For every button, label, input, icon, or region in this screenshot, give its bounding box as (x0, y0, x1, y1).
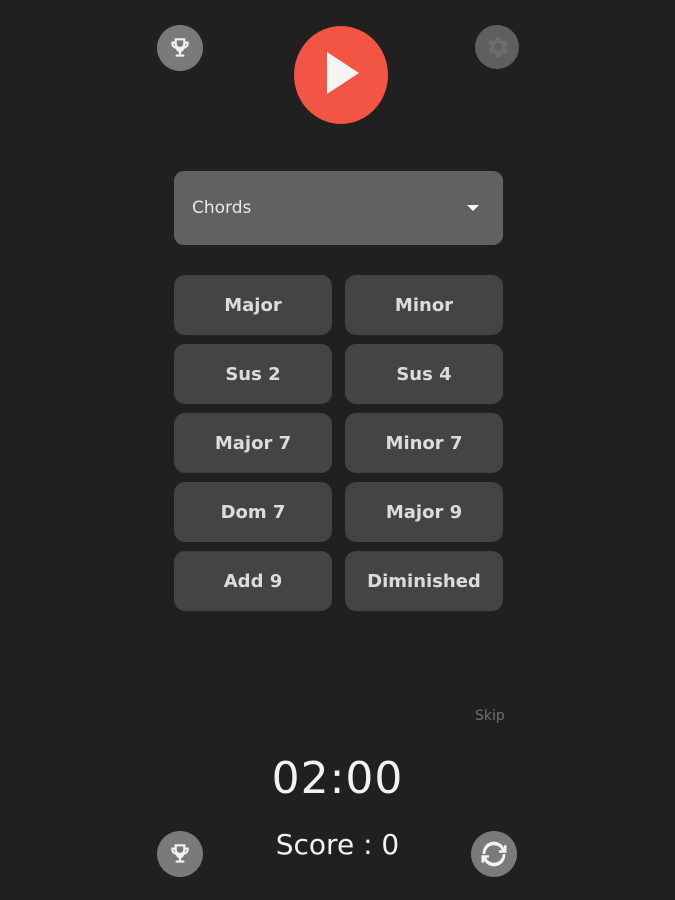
chord-button-major9[interactable]: Major 9 (345, 482, 503, 542)
chord-button-major[interactable]: Major (174, 275, 332, 335)
chord-button-minor7[interactable]: Minor 7 (345, 413, 503, 473)
chord-answer-grid: Major Minor Sus 2 Sus 4 Major 7 Minor 7 … (174, 275, 503, 611)
leaderboard-button-bottom[interactable] (157, 831, 203, 877)
settings-button[interactable] (475, 25, 519, 69)
chord-button-major7[interactable]: Major 7 (174, 413, 332, 473)
score-display: Score : 0 (275, 828, 400, 861)
mode-dropdown[interactable]: Chords (174, 171, 503, 245)
restart-button[interactable] (471, 831, 517, 877)
skip-button[interactable]: Skip (475, 708, 505, 724)
chord-button-diminished[interactable]: Diminished (345, 551, 503, 611)
chord-button-sus2[interactable]: Sus 2 (174, 344, 332, 404)
chord-button-add9[interactable]: Add 9 (174, 551, 332, 611)
refresh-icon (479, 839, 509, 869)
timer-display: 02:00 (271, 753, 404, 804)
gear-icon (483, 33, 511, 61)
play-icon (321, 50, 361, 100)
chord-button-minor[interactable]: Minor (345, 275, 503, 335)
leaderboard-button[interactable] (157, 25, 203, 71)
chord-button-sus4[interactable]: Sus 4 (345, 344, 503, 404)
trophy-icon (167, 35, 193, 61)
chevron-down-icon (467, 205, 479, 211)
play-button[interactable] (294, 26, 388, 124)
mode-dropdown-value: Chords (192, 198, 252, 218)
chord-button-dom7[interactable]: Dom 7 (174, 482, 332, 542)
trophy-icon (167, 841, 193, 867)
